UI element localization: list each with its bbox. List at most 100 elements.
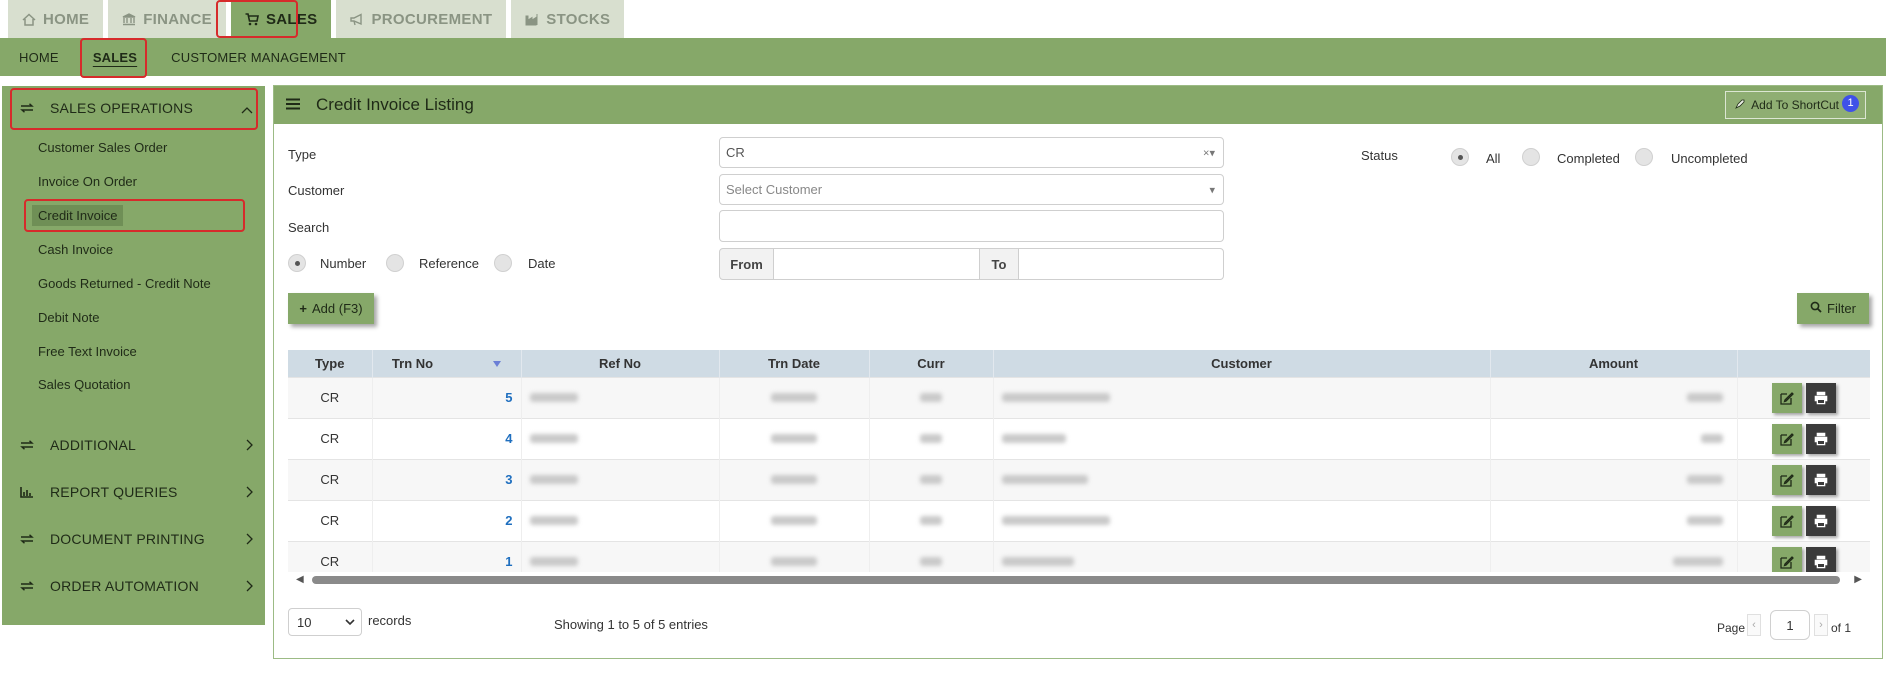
sidebar-group-additional[interactable]: ADDITIONAL — [2, 425, 265, 465]
table-row[interactable]: CR 5 — [288, 376, 1870, 418]
cell-type: CR — [288, 458, 373, 500]
to-date-input[interactable] — [1018, 248, 1224, 280]
edit-button[interactable] — [1771, 423, 1802, 454]
add-to-shortcut-button[interactable]: Add To ShortCut 1 — [1725, 91, 1866, 119]
sidebar-item-free-text-invoice[interactable]: Free Text Invoice — [38, 344, 137, 359]
sidebar-item-customer-sales-order[interactable]: Customer Sales Order — [38, 140, 167, 155]
cell-customer — [993, 499, 1491, 541]
table-row[interactable]: CR 1 — [288, 540, 1870, 572]
prev-page-button[interactable]: ‹ — [1747, 614, 1761, 636]
main-panel: Credit Invoice Listing Add To ShortCut 1… — [273, 85, 1883, 659]
exchange-icon — [20, 440, 36, 450]
print-icon — [1814, 432, 1827, 445]
tab-procurement[interactable]: PROCUREMENT — [336, 0, 507, 38]
sidebar-group-sales-operations[interactable]: SALES OPERATIONS — [2, 88, 265, 128]
edit-button[interactable] — [1771, 546, 1802, 572]
type-label: Type — [288, 147, 317, 162]
column-header-customer[interactable]: Customer — [993, 350, 1491, 377]
sidebar-item-sales-quotation[interactable]: Sales Quotation — [38, 377, 131, 392]
menu-icon[interactable] — [286, 98, 300, 113]
edit-button[interactable] — [1771, 382, 1802, 413]
column-header-amount[interactable]: Amount — [1490, 350, 1738, 377]
bullhorn-icon — [350, 12, 364, 26]
cell-trn-no[interactable]: 4 — [372, 417, 522, 459]
scroll-right-icon[interactable]: ▶ — [1854, 574, 1862, 585]
sidebar-group-label: DOCUMENT PRINTING — [50, 531, 205, 547]
cell-ref-no — [521, 499, 720, 541]
clear-and-caret-icon[interactable]: ×▾ — [1203, 146, 1215, 159]
cell-customer — [993, 540, 1491, 572]
sidebar-item-goods-returned-credit-note[interactable]: Goods Returned - Credit Note — [38, 276, 211, 291]
status-completed-radio[interactable] — [1522, 148, 1540, 166]
page-size-select[interactable]: 10 — [288, 608, 362, 636]
rocket-icon — [1734, 98, 1746, 113]
column-header-trn-no[interactable]: Trn No — [372, 350, 522, 377]
shortcut-count-badge: 1 — [1842, 95, 1859, 112]
cell-customer — [993, 417, 1491, 459]
tab-finance[interactable]: FINANCE — [108, 0, 226, 38]
cell-trn-date — [719, 376, 870, 418]
edit-button[interactable] — [1771, 505, 1802, 536]
horizontal-scrollbar[interactable]: ◀ ▶ — [288, 574, 1870, 586]
cell-actions — [1737, 417, 1870, 459]
cell-amount — [1490, 499, 1738, 541]
sidebar-group-report-queries[interactable]: REPORT QUERIES — [2, 472, 265, 512]
subnav-customer-management[interactable]: CUSTOMER MANAGEMENT — [158, 50, 359, 65]
column-header-trn-date[interactable]: Trn Date — [719, 350, 870, 377]
page-number-input[interactable]: 1 — [1770, 610, 1810, 640]
column-header-ref-no[interactable]: Ref No — [521, 350, 720, 377]
sidebar: SALES OPERATIONS Customer Sales Order In… — [2, 86, 265, 625]
print-button[interactable] — [1805, 464, 1836, 495]
status-uncompleted-radio[interactable] — [1635, 148, 1653, 166]
table-row[interactable]: CR 4 — [288, 417, 1870, 459]
table-row[interactable]: CR 3 — [288, 458, 1870, 500]
records-label: records — [368, 613, 412, 628]
sidebar-group-document-printing[interactable]: DOCUMENT PRINTING — [2, 519, 265, 559]
search-icon — [1810, 301, 1822, 316]
sidebar-item-invoice-on-order[interactable]: Invoice On Order — [38, 174, 137, 189]
table-row[interactable]: CR 2 — [288, 499, 1870, 541]
cell-trn-no[interactable]: 2 — [372, 499, 522, 541]
scrollbar-thumb[interactable] — [312, 576, 1840, 584]
edit-button[interactable] — [1771, 464, 1802, 495]
customer-select[interactable]: Select Customer ▾ — [719, 174, 1224, 205]
cell-trn-no[interactable]: 5 — [372, 376, 522, 418]
print-button[interactable] — [1805, 423, 1836, 454]
column-header-curr[interactable]: Curr — [869, 350, 994, 377]
invoice-table: Type Trn No Ref No Trn Date Curr Custome… — [288, 350, 1870, 572]
cell-type: CR — [288, 376, 373, 418]
search-by-date-radio[interactable] — [494, 254, 512, 272]
tab-stocks[interactable]: STOCKS — [511, 0, 625, 38]
print-button[interactable] — [1805, 505, 1836, 536]
scroll-left-icon[interactable]: ◀ — [296, 574, 304, 585]
cell-trn-date — [719, 417, 870, 459]
type-select[interactable]: CR ×▾ — [719, 137, 1224, 168]
filter-button[interactable]: Filter — [1797, 293, 1869, 324]
search-by-number-radio[interactable] — [288, 254, 306, 272]
cell-trn-no[interactable]: 3 — [372, 458, 522, 500]
search-by-date-label: Date — [528, 256, 556, 271]
status-all-radio[interactable] — [1451, 148, 1469, 166]
tab-home[interactable]: HOME — [8, 0, 104, 38]
sidebar-group-order-automation[interactable]: ORDER AUTOMATION — [2, 566, 265, 606]
cell-amount — [1490, 540, 1738, 572]
tab-sales[interactable]: SALES — [230, 0, 332, 38]
sidebar-item-credit-invoice[interactable]: Credit Invoice — [32, 205, 124, 226]
subnav-sales[interactable]: SALES — [80, 50, 150, 65]
chevron-right-icon — [245, 485, 253, 501]
print-button[interactable] — [1805, 382, 1836, 413]
sidebar-item-debit-note[interactable]: Debit Note — [38, 310, 99, 325]
chevron-right-icon — [245, 579, 253, 595]
add-button[interactable]: + Add (F3) — [288, 293, 374, 324]
sidebar-item-cash-invoice[interactable]: Cash Invoice — [38, 242, 113, 257]
next-page-button[interactable]: › — [1814, 614, 1828, 636]
search-by-reference-radio[interactable] — [386, 254, 404, 272]
tab-stocks-label: STOCKS — [546, 10, 611, 28]
print-button[interactable] — [1805, 546, 1836, 572]
page-label: Page — [1717, 621, 1746, 635]
search-input[interactable] — [719, 210, 1224, 242]
subnav-home[interactable]: HOME — [6, 50, 72, 65]
cell-trn-no[interactable]: 1 — [372, 540, 522, 572]
from-date-input[interactable] — [773, 248, 980, 280]
column-header-type[interactable]: Type — [288, 350, 373, 377]
